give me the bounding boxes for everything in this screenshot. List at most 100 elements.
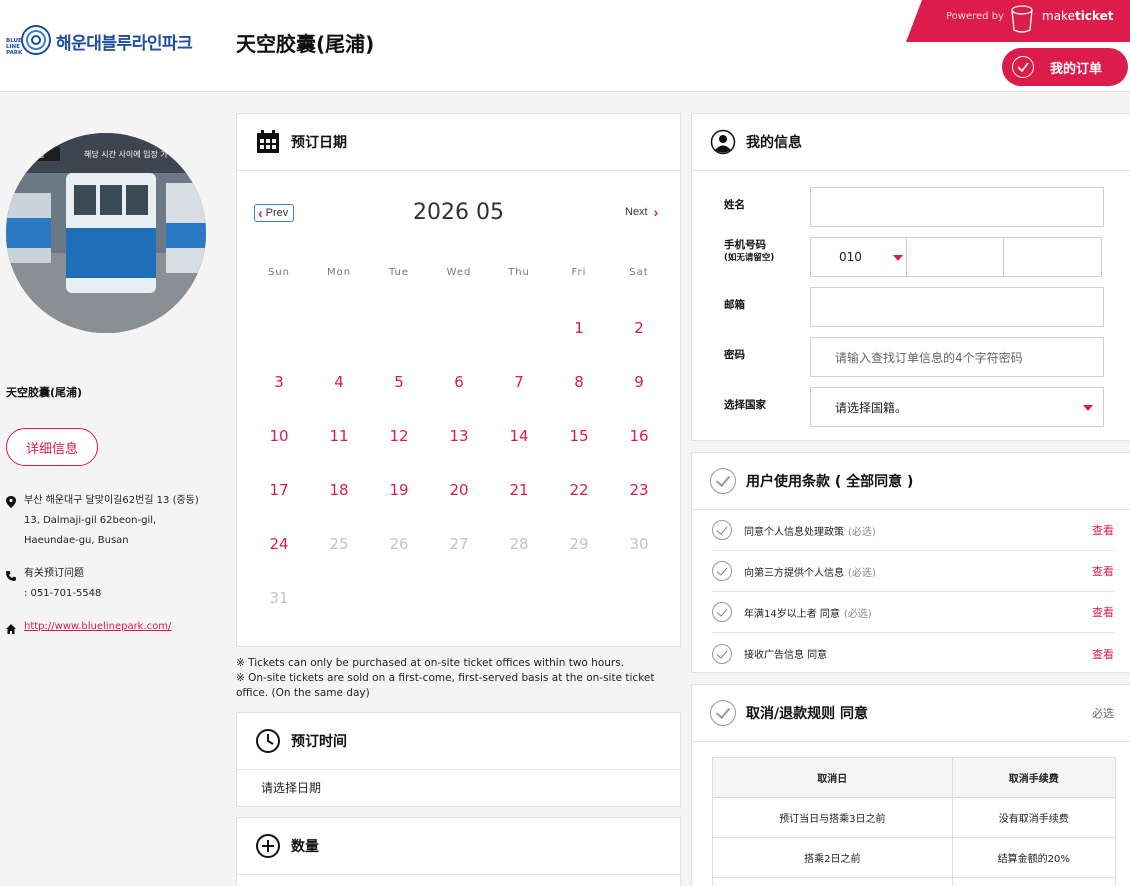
term-label: 同意个人信息处理政策: [744, 526, 844, 538]
calendar-day[interactable]: 11: [309, 427, 369, 445]
country-label: 选择国家: [724, 399, 766, 411]
term-required: (必选): [848, 567, 876, 579]
email-input[interactable]: [810, 287, 1104, 327]
term-view-link[interactable]: 查看: [1092, 522, 1114, 538]
calendar-day[interactable]: 22: [549, 481, 609, 499]
term-required: (必选): [848, 526, 876, 538]
name-label: 姓名: [724, 199, 745, 211]
phone-middle-input[interactable]: [906, 237, 1004, 277]
booking-time-title: 预订时间: [291, 734, 347, 750]
terms-panel: 用户使用条款 ( 全部同意 ) 同意个人信息处理政策 (必选) 查看 向第三方提供个人…: [691, 452, 1130, 673]
calendar-day[interactable]: 18: [309, 481, 369, 499]
calendar-navigation: ‹ Prev 2026 05 Next ›: [237, 200, 680, 230]
table-header-cell: 取消日: [712, 757, 953, 798]
calendar-day[interactable]: 5: [369, 373, 429, 391]
phone-last-input[interactable]: [1003, 237, 1102, 277]
my-order-button[interactable]: 我的订单: [1002, 48, 1128, 86]
detail-info-button[interactable]: 详细信息: [6, 428, 98, 466]
cancel-policy-header[interactable]: 取消/退款规则 同意 必选: [692, 685, 1130, 742]
site-logo[interactable]: BLUE LINE PARK 해운대블루라인파크: [6, 24, 193, 58]
calendar-day[interactable]: 10: [249, 427, 309, 445]
site-header: BLUE LINE PARK 해운대블루라인파크 天空胶囊(尾浦) Powere…: [0, 0, 1130, 92]
phone-icon: [6, 564, 24, 604]
weekday-label: Fri: [571, 267, 587, 278]
phone-prefix-select[interactable]: 010: [810, 237, 907, 277]
address-row: 부산 해운대구 달맞이길62번길 13 (중동) 13, Dalmaji-gil…: [6, 491, 211, 551]
booking-date-header: 预订日期: [237, 114, 680, 171]
calendar-day[interactable]: 14: [489, 427, 549, 445]
term-view-link[interactable]: 查看: [1092, 646, 1114, 662]
table-cell: [951, 877, 1117, 886]
term-required: (必选): [843, 608, 872, 620]
calendar-day[interactable]: 23: [609, 481, 669, 499]
calendar-day[interactable]: 1: [549, 319, 609, 337]
calendar-day[interactable]: 21: [489, 481, 549, 499]
website-link[interactable]: http://www.bluelinepark.com/: [24, 617, 171, 642]
phone-info: 有关预订问题 : 051-701-5548: [24, 564, 101, 604]
calendar-day[interactable]: 3: [249, 373, 309, 391]
calendar-day[interactable]: 20: [429, 481, 489, 499]
calendar-day[interactable]: 4: [309, 373, 369, 391]
terms-header[interactable]: 用户使用条款 ( 全部同意 ): [692, 453, 1130, 510]
svg-text:PARK: PARK: [6, 50, 23, 56]
current-month: 2026 05: [413, 200, 504, 225]
cancel-policy-panel: 取消/退款规则 同意 必选 取消日 取消手续费 预订当日与搭乘3日之前 没有取消…: [691, 684, 1130, 886]
term-view-link[interactable]: 查看: [1092, 604, 1114, 620]
logo-korean-text: 해운대블루라인파크: [56, 33, 193, 54]
weekday-label: Mon: [326, 267, 352, 278]
country-placeholder: 请选择国籍。: [835, 400, 908, 415]
maketicket-brand: maketicket: [1042, 9, 1113, 23]
table-header-row: 取消日 取消手续费: [712, 757, 1117, 798]
calendar-day[interactable]: 15: [549, 427, 609, 445]
calendar-day[interactable]: 24: [249, 535, 309, 553]
weekday-label: Tue: [388, 267, 410, 278]
check-circle-icon: [712, 602, 732, 622]
term-view-link[interactable]: 查看: [1092, 563, 1114, 579]
table-cell: [712, 877, 953, 886]
table-cell: 预订当日与搭乘3日之前: [712, 797, 953, 838]
booking-date-panel: 预订日期 ‹ Prev 2026 05 Next › Sun Mon Tue Wed T…: [236, 113, 681, 647]
table-cell: 搭乘2日之前: [712, 837, 953, 878]
cancel-agree-check-icon: [710, 700, 736, 726]
calendar-day[interactable]: 9: [609, 373, 669, 391]
next-month-button[interactable]: Next ›: [625, 204, 658, 220]
term-item[interactable]: 年满14岁以上者 同意 (必选) 查看: [712, 592, 1114, 633]
clock-icon: [255, 728, 281, 754]
my-info-title: 我的信息: [746, 135, 802, 151]
name-input[interactable]: [810, 187, 1104, 227]
calendar-day[interactable]: 13: [429, 427, 489, 445]
term-item[interactable]: 向第三方提供个人信息 (必选) 查看: [712, 551, 1114, 592]
term-item[interactable]: 同意个人信息处理政策 (必选) 查看: [712, 510, 1114, 551]
quantity-header: 数量: [237, 818, 680, 875]
booking-date-title: 预订日期: [291, 135, 347, 151]
calendar-day[interactable]: 8: [549, 373, 609, 391]
dropdown-caret-icon: [893, 255, 903, 261]
calendar-day[interactable]: 12: [369, 427, 429, 445]
calendar-day[interactable]: 2: [609, 319, 669, 337]
user-circle-icon: [710, 129, 736, 155]
dropdown-caret-icon: [1083, 405, 1093, 411]
note-line-1: ※ Tickets can only be purchased at on-si…: [236, 657, 625, 669]
calendar-day[interactable]: 19: [369, 481, 429, 499]
page-title: 天空胶囊(尾浦): [236, 32, 375, 56]
check-circle-icon: [1012, 56, 1034, 78]
calendar-day[interactable]: 7: [489, 373, 549, 391]
calendar-day: 30: [629, 535, 649, 553]
calendar-day[interactable]: 6: [429, 373, 489, 391]
address-text: 부산 해운대구 달맞이길62번길 13 (중동) 13, Dalmaji-gil…: [24, 495, 199, 546]
term-label: 年满14岁以上者 同意: [744, 608, 840, 620]
calendar-day: 27: [449, 535, 469, 553]
calendar-day[interactable]: 16: [609, 427, 669, 445]
my-info-header: 我的信息: [692, 114, 1130, 171]
password-input[interactable]: 请输入查找订单信息的4个字符密码: [810, 337, 1104, 377]
cancel-fee-table: 取消日 取消手续费 预订当日与搭乘3日之前 没有取消手续费 搭乘2日之前 结算金…: [712, 757, 1117, 886]
cancel-policy-title: 取消/退款规则 同意: [746, 706, 868, 722]
country-select[interactable]: 请选择国籍。: [810, 387, 1104, 427]
table-row: [712, 877, 1117, 886]
term-item[interactable]: 接收广告信息 同意 查看: [712, 633, 1114, 674]
calendar-day[interactable]: 17: [249, 481, 309, 499]
powered-by-banner: Powered by maketicket: [906, 0, 1130, 42]
mobile-sublabel: (如无请留空): [724, 253, 775, 263]
my-info-panel: 我的信息 姓名 手机号码 (如无请留空) 010 邮箱 密码 请输入查找订单信息…: [691, 113, 1130, 441]
website-row: http://www.bluelinepark.com/: [6, 617, 171, 642]
